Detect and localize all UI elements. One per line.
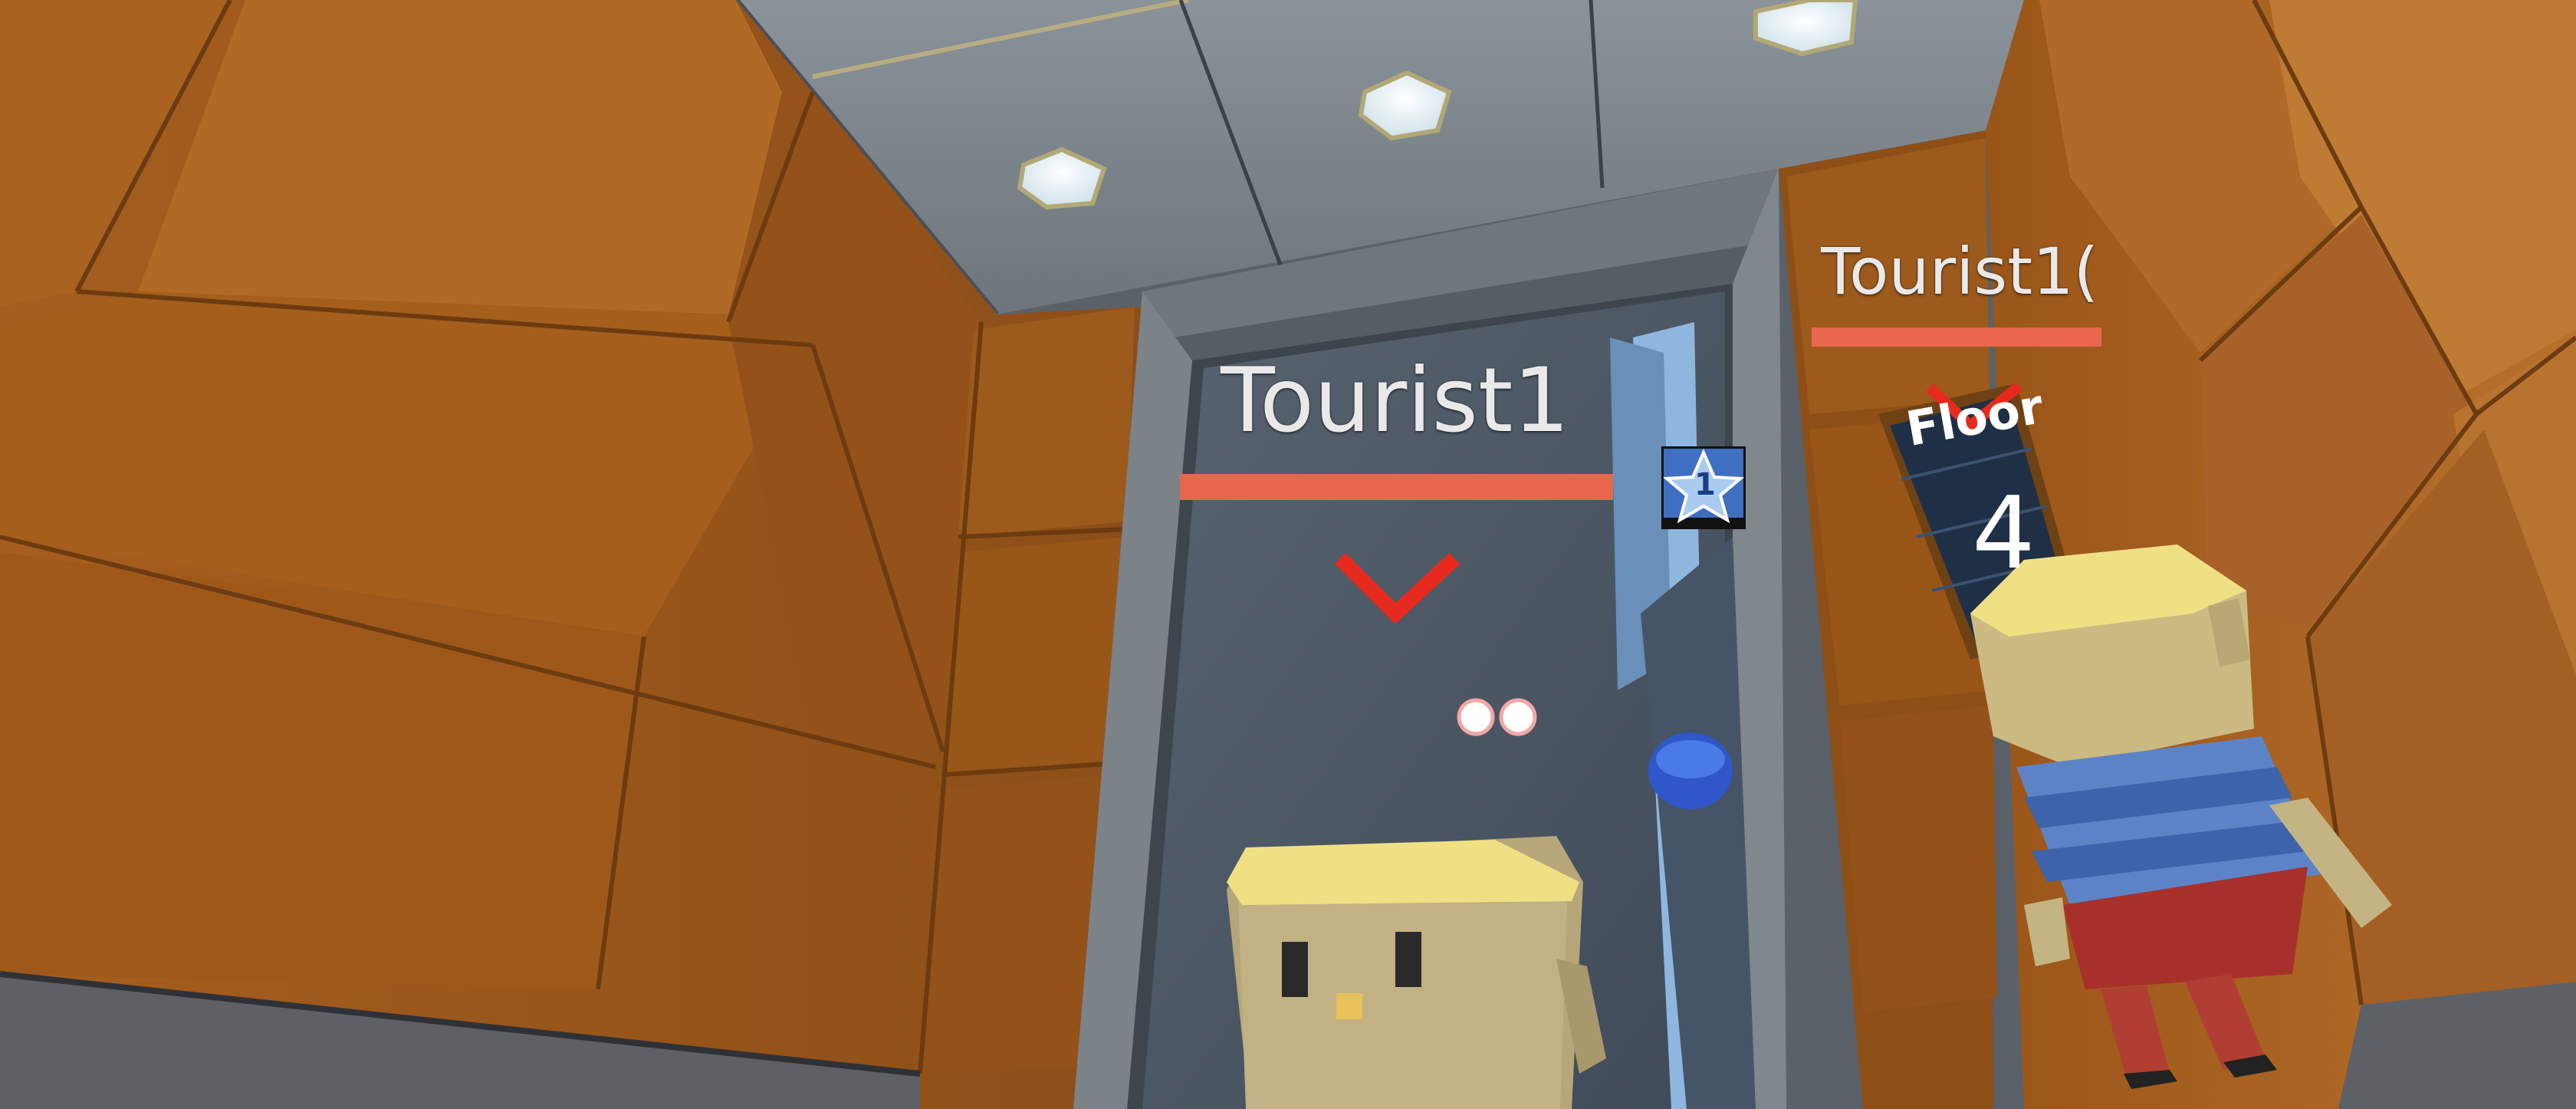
rank-badge-number: 1 [1694, 467, 1716, 502]
player-character [1227, 836, 1606, 1109]
other-player-health-bar [1812, 327, 2101, 347]
other-player-name-tag: Tourist1( [1821, 239, 2097, 304]
beak [1336, 993, 1362, 1019]
ceiling-light [1753, 0, 1858, 57]
player-health-bar [1180, 474, 1613, 500]
floor-display-number: 4 [1972, 475, 2036, 591]
game-viewport [0, 0, 2576, 1109]
player-name-tag: Tourist1 [1221, 349, 1570, 452]
eye [1395, 932, 1421, 987]
eye [1282, 942, 1308, 997]
